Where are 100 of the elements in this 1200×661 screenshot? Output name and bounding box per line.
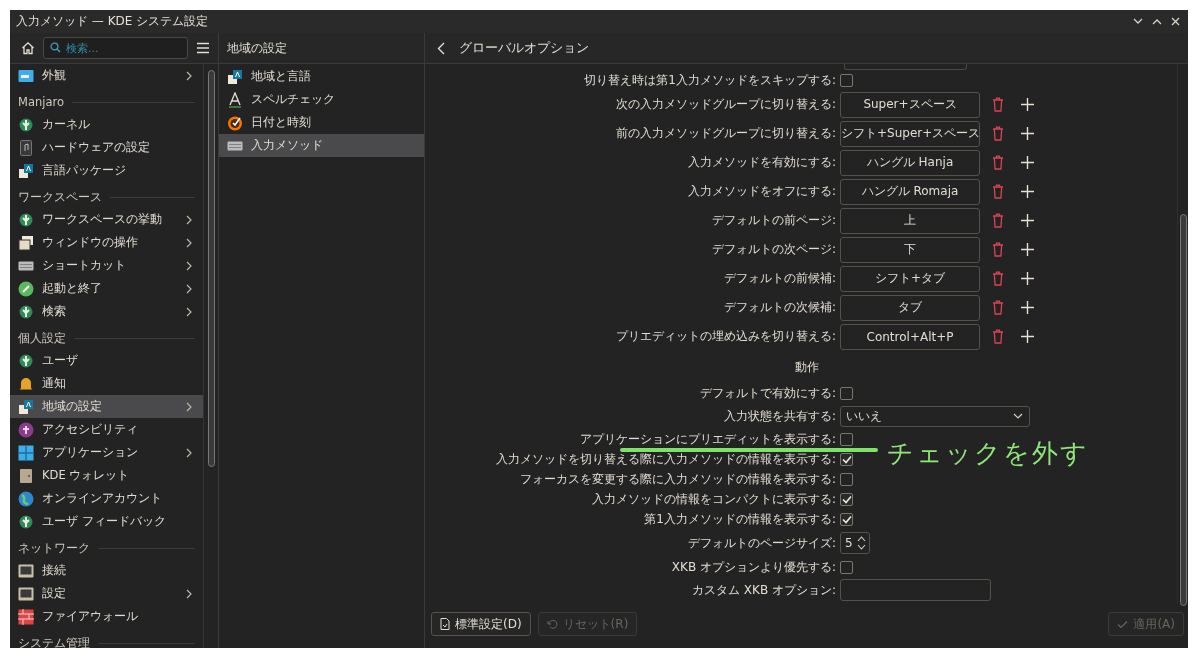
shortcut-button[interactable]: ハングル Hanja	[840, 149, 980, 176]
window-icon	[18, 67, 34, 84]
field-label: 入力メソッドをオフにする:	[686, 184, 837, 199]
grid-icon	[18, 444, 34, 461]
globe-icon	[18, 490, 34, 507]
spin-box[interactable]: 5	[840, 532, 870, 554]
add-icon[interactable]	[1021, 214, 1034, 227]
dropdown[interactable]: いいえ	[840, 405, 1030, 427]
field-label: XKB オプションより優先する:	[670, 559, 837, 575]
stepper-arrows-icon	[857, 535, 866, 551]
minimize-icon[interactable]	[1133, 18, 1143, 25]
sidebar-item[interactable]: ファイアウォール	[10, 605, 203, 628]
add-icon[interactable]	[1021, 185, 1034, 198]
maximize-icon[interactable]	[1152, 18, 1162, 25]
field-label: デフォルトの次候補:	[722, 300, 837, 315]
field-label: 切り替え時は第1入力メソッドをスキップする:	[583, 72, 837, 88]
category-item[interactable]: 入力メソッド	[219, 134, 424, 157]
checkbox[interactable]	[840, 452, 853, 466]
section-heading: 動作	[795, 358, 819, 376]
monitor-icon	[18, 585, 34, 602]
field-label: デフォルトの次ページ:	[710, 242, 837, 257]
section-heading: Manjaro	[18, 95, 64, 109]
section-heading: 個人設定	[18, 330, 66, 346]
checkbox[interactable]	[840, 560, 853, 574]
delete-icon[interactable]	[992, 242, 1004, 257]
add-icon[interactable]	[1021, 301, 1034, 314]
checkbox[interactable]	[840, 472, 853, 486]
sidebar-item[interactable]: ワークスペースの挙動	[10, 208, 203, 231]
add-icon[interactable]	[1021, 127, 1034, 140]
input-field[interactable]	[844, 64, 967, 70]
sidebar-item[interactable]: 検索	[10, 300, 203, 323]
sidebar-item[interactable]: 言語パッケージ	[10, 159, 203, 182]
sidebar-item[interactable]: オンラインアカウント	[10, 487, 203, 510]
sidebar-item[interactable]: 地域の設定	[10, 395, 203, 418]
shortcut-button[interactable]: Super+スペース	[840, 91, 980, 118]
shortcut-button[interactable]: Control+Alt+P	[840, 323, 980, 350]
document-icon	[440, 618, 450, 630]
sidebar-item[interactable]: ウィンドウの操作	[10, 231, 203, 254]
checkbox[interactable]	[840, 73, 853, 87]
field-label: デフォルトのページサイズ:	[686, 535, 837, 551]
checkbox[interactable]	[840, 386, 853, 400]
defaults-button[interactable]: 標準設定(D)	[431, 612, 531, 636]
checkbox[interactable]	[840, 492, 853, 506]
field-label: 入力メソッドの情報をコンパクトに表示する:	[590, 491, 837, 507]
shortcut-button[interactable]: 下	[840, 236, 980, 263]
category-item[interactable]: 地域と言語	[219, 65, 424, 88]
search-icon	[50, 42, 61, 53]
sidebar-item[interactable]: 接続	[10, 559, 203, 582]
checkmark-icon	[1117, 619, 1129, 629]
add-icon[interactable]	[1021, 272, 1034, 285]
sidebar-item[interactable]: ユーザ フィードバック	[10, 510, 203, 533]
shortcut-button[interactable]: ハングル Romaja	[840, 178, 980, 205]
delete-icon[interactable]	[992, 213, 1004, 228]
text-field[interactable]	[840, 579, 991, 601]
sidebar-item[interactable]: 外観	[10, 64, 203, 87]
shortcut-button[interactable]: シフト+タブ	[840, 265, 980, 292]
delete-icon[interactable]	[992, 155, 1004, 170]
sidebar-item[interactable]: 設定	[10, 582, 203, 605]
sidebar-item[interactable]: 通知	[10, 372, 203, 395]
page-title: グローバルオプション	[459, 39, 589, 57]
sidebar-item[interactable]: ハードウェアの設定	[10, 136, 203, 159]
add-icon[interactable]	[1021, 243, 1034, 256]
section-heading: システム管理	[18, 635, 90, 648]
add-icon[interactable]	[1021, 156, 1034, 169]
category-item[interactable]: スペルチェック	[219, 88, 424, 111]
language-icon	[227, 68, 243, 85]
checkbox[interactable]	[840, 432, 853, 446]
sidebar-item[interactable]: ショートカット	[10, 254, 203, 277]
shortcut-button[interactable]: シフト+Super+スペース	[840, 120, 980, 147]
sidebar-item[interactable]: KDE ウォレット	[10, 464, 203, 487]
delete-icon[interactable]	[992, 126, 1004, 141]
sidebar-item[interactable]: 起動と終了	[10, 277, 203, 300]
field-label: デフォルトの前候補:	[722, 271, 837, 286]
sidebar-item[interactable]: ユーザ	[10, 349, 203, 372]
delete-icon[interactable]	[992, 97, 1004, 112]
sidebar-item[interactable]: カーネル	[10, 113, 203, 136]
scrollbar[interactable]	[203, 64, 218, 648]
search-field[interactable]: 検索...	[43, 37, 188, 59]
field-label: プリエディットの埋め込みを切り替える:	[614, 329, 837, 344]
add-icon[interactable]	[1021, 98, 1034, 111]
delete-icon[interactable]	[992, 329, 1004, 344]
delete-icon[interactable]	[992, 300, 1004, 315]
shortcut-button[interactable]: 上	[840, 207, 980, 234]
sidebar-item[interactable]: アプリケーション	[10, 441, 203, 464]
add-icon[interactable]	[1021, 330, 1034, 343]
category-item[interactable]: 日付と時刻	[219, 111, 424, 134]
delete-icon[interactable]	[992, 271, 1004, 286]
monitor-icon	[18, 562, 34, 579]
field-label: 入力メソッドを切り替える際に入力メソッドの情報を表示する:	[494, 451, 837, 467]
home-icon[interactable]	[21, 41, 35, 55]
shortcut-button[interactable]: タブ	[840, 294, 980, 321]
close-icon[interactable]	[1171, 17, 1180, 26]
language-icon	[18, 162, 34, 179]
delete-icon[interactable]	[992, 184, 1004, 199]
menu-icon[interactable]	[196, 42, 210, 54]
field-label: デフォルトの前ページ:	[710, 213, 837, 228]
letter-a-icon	[227, 91, 243, 108]
sidebar-item[interactable]: アクセシビリティ	[10, 418, 203, 441]
checkbox[interactable]	[840, 512, 853, 526]
scrollbar[interactable]	[1177, 64, 1188, 604]
